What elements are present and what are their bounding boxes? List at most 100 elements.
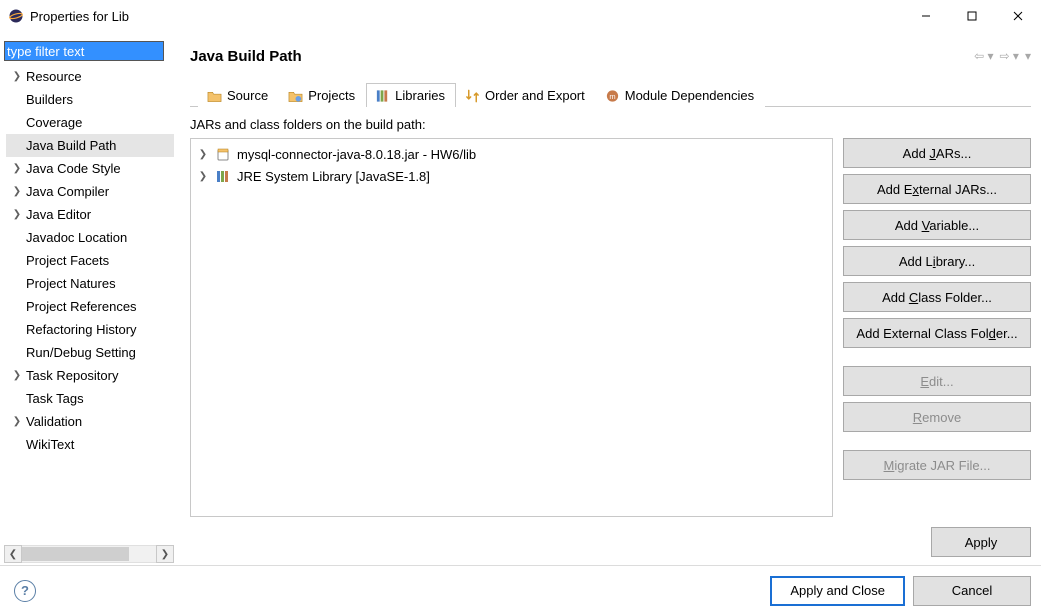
scroll-left-button[interactable]: ❮ <box>4 545 22 563</box>
library-icon <box>375 88 390 103</box>
nav-history: ⇦ ▾ ⇨ ▾ ▾ <box>974 49 1031 63</box>
sidebar-item-project-facets[interactable]: Project Facets <box>6 249 174 272</box>
expand-arrow-icon: ❯ <box>10 186 24 197</box>
sidebar-item-task-tags[interactable]: Task Tags <box>6 387 174 410</box>
sidebar-item-builders[interactable]: Builders <box>6 88 174 111</box>
add-variable-button[interactable]: Add Variable... <box>843 210 1031 240</box>
sidebar-item-label: Project References <box>24 299 137 314</box>
window-minimize-button[interactable] <box>903 0 949 32</box>
library-tree-item[interactable]: ❯ JRE System Library [JavaSE-1.8] <box>197 165 826 187</box>
sidebar-item-label: Refactoring History <box>24 322 137 337</box>
tab-projects[interactable]: Projects <box>279 83 366 107</box>
sidebar-item-coverage[interactable]: Coverage <box>6 111 174 134</box>
sidebar-item-java-compiler[interactable]: ❯Java Compiler <box>6 180 174 203</box>
sidebar-item-project-natures[interactable]: Project Natures <box>6 272 174 295</box>
dialog-footer: ? Apply and Close Cancel <box>0 565 1041 615</box>
action-button-column: Add JARs... Add External JARs... Add Var… <box>843 138 1031 517</box>
tab-modules[interactable]: m Module Dependencies <box>596 83 765 107</box>
expand-arrow-icon: ❯ <box>10 163 24 174</box>
category-tree[interactable]: ❯ResourceBuildersCoverageJava Build Path… <box>4 65 174 539</box>
nav-back-button[interactable]: ⇦ ▾ <box>974 49 993 63</box>
tab-label: Order and Export <box>485 88 585 103</box>
tab-label: Module Dependencies <box>625 88 754 103</box>
sidebar-item-label: Java Compiler <box>24 184 109 199</box>
library-item-label: mysql-connector-java-8.0.18.jar - HW6/li… <box>237 147 476 162</box>
expand-arrow-icon: ❯ <box>197 149 209 160</box>
sidebar-item-resource[interactable]: ❯Resource <box>6 65 174 88</box>
sidebar-item-label: Run/Debug Setting <box>24 345 136 360</box>
sidebar: ❯ResourceBuildersCoverageJava Build Path… <box>0 33 178 565</box>
sidebar-item-project-references[interactable]: Project References <box>6 295 174 318</box>
tab-label: Libraries <box>395 88 445 103</box>
tab-label: Projects <box>308 88 355 103</box>
expand-arrow-icon: ❯ <box>10 416 24 427</box>
sidebar-item-label: Java Code Style <box>24 161 121 176</box>
sidebar-item-run-debug-setting[interactable]: Run/Debug Setting <box>6 341 174 364</box>
source-folder-icon <box>207 88 222 103</box>
section-caption: JARs and class folders on the build path… <box>190 117 1031 132</box>
scroll-thumb[interactable] <box>22 547 129 561</box>
sidebar-item-label: Task Repository <box>24 368 118 383</box>
sidebar-item-task-repository[interactable]: ❯Task Repository <box>6 364 174 387</box>
module-icon: m <box>605 88 620 103</box>
order-icon <box>465 88 480 103</box>
expand-arrow-icon: ❯ <box>197 171 209 182</box>
library-item-label: JRE System Library [JavaSE-1.8] <box>237 169 430 184</box>
tab-source[interactable]: Source <box>198 83 279 107</box>
scroll-track[interactable] <box>22 545 156 563</box>
expand-arrow-icon: ❯ <box>10 71 24 82</box>
add-external-class-folder-button[interactable]: Add External Class Folder... <box>843 318 1031 348</box>
sidebar-item-validation[interactable]: ❯Validation <box>6 410 174 433</box>
eclipse-icon <box>8 8 24 24</box>
sidebar-item-java-code-style[interactable]: ❯Java Code Style <box>6 157 174 180</box>
tab-order[interactable]: Order and Export <box>456 83 596 107</box>
nav-forward-button[interactable]: ⇨ ▾ <box>1000 49 1019 63</box>
tab-bar: Source Projects Libraries Order and Export m… <box>190 81 1031 107</box>
sidebar-item-label: Coverage <box>24 115 82 130</box>
tab-libraries[interactable]: Libraries <box>366 83 456 107</box>
sidebar-item-label: Java Build Path <box>24 138 116 153</box>
sidebar-item-label: Javadoc Location <box>24 230 127 245</box>
remove-button[interactable]: Remove <box>843 402 1031 432</box>
jar-icon <box>215 146 231 162</box>
sidebar-item-label: Resource <box>24 69 82 84</box>
help-icon[interactable]: ? <box>14 580 36 602</box>
apply-and-close-button[interactable]: Apply and Close <box>770 576 905 606</box>
library-stack-icon <box>215 168 231 184</box>
sidebar-item-java-build-path[interactable]: Java Build Path <box>6 134 174 157</box>
add-library-button[interactable]: Add Library... <box>843 246 1031 276</box>
sidebar-item-label: WikiText <box>24 437 74 452</box>
content-panel: Java Build Path ⇦ ▾ ⇨ ▾ ▾ Source Projects… <box>178 33 1041 565</box>
apply-button[interactable]: Apply <box>931 527 1031 557</box>
sidebar-item-javadoc-location[interactable]: Javadoc Location <box>6 226 174 249</box>
sidebar-item-label: Project Facets <box>24 253 109 268</box>
expand-arrow-icon: ❯ <box>10 370 24 381</box>
tab-label: Source <box>227 88 268 103</box>
scroll-right-button[interactable]: ❯ <box>156 545 174 563</box>
sidebar-item-label: Validation <box>24 414 82 429</box>
add-jars-button[interactable]: Add JARs... <box>843 138 1031 168</box>
nav-menu-button[interactable]: ▾ <box>1025 49 1031 63</box>
sidebar-item-label: Task Tags <box>24 391 84 406</box>
add-external-jars-button[interactable]: Add External JARs... <box>843 174 1031 204</box>
sidebar-item-refactoring-history[interactable]: Refactoring History <box>6 318 174 341</box>
migrate-jar-button[interactable]: Migrate JAR File... <box>843 450 1031 480</box>
titlebar: Properties for Lib <box>0 0 1041 32</box>
sidebar-item-label: Builders <box>24 92 73 107</box>
sidebar-scrollbar[interactable]: ❮ ❯ <box>4 545 174 563</box>
add-class-folder-button[interactable]: Add Class Folder... <box>843 282 1031 312</box>
svg-text:m: m <box>609 91 615 100</box>
cancel-button[interactable]: Cancel <box>913 576 1031 606</box>
window-maximize-button[interactable] <box>949 0 995 32</box>
libraries-tree[interactable]: ❯ mysql-connector-java-8.0.18.jar - HW6/l… <box>190 138 833 517</box>
page-title: Java Build Path <box>190 48 302 65</box>
filter-input[interactable] <box>4 41 164 61</box>
projects-icon <box>288 88 303 103</box>
edit-button[interactable]: Edit... <box>843 366 1031 396</box>
sidebar-item-wikitext[interactable]: WikiText <box>6 433 174 456</box>
window-title: Properties for Lib <box>30 9 129 24</box>
library-tree-item[interactable]: ❯ mysql-connector-java-8.0.18.jar - HW6/l… <box>197 143 826 165</box>
sidebar-item-java-editor[interactable]: ❯Java Editor <box>6 203 174 226</box>
sidebar-item-label: Project Natures <box>24 276 116 291</box>
window-close-button[interactable] <box>995 0 1041 32</box>
